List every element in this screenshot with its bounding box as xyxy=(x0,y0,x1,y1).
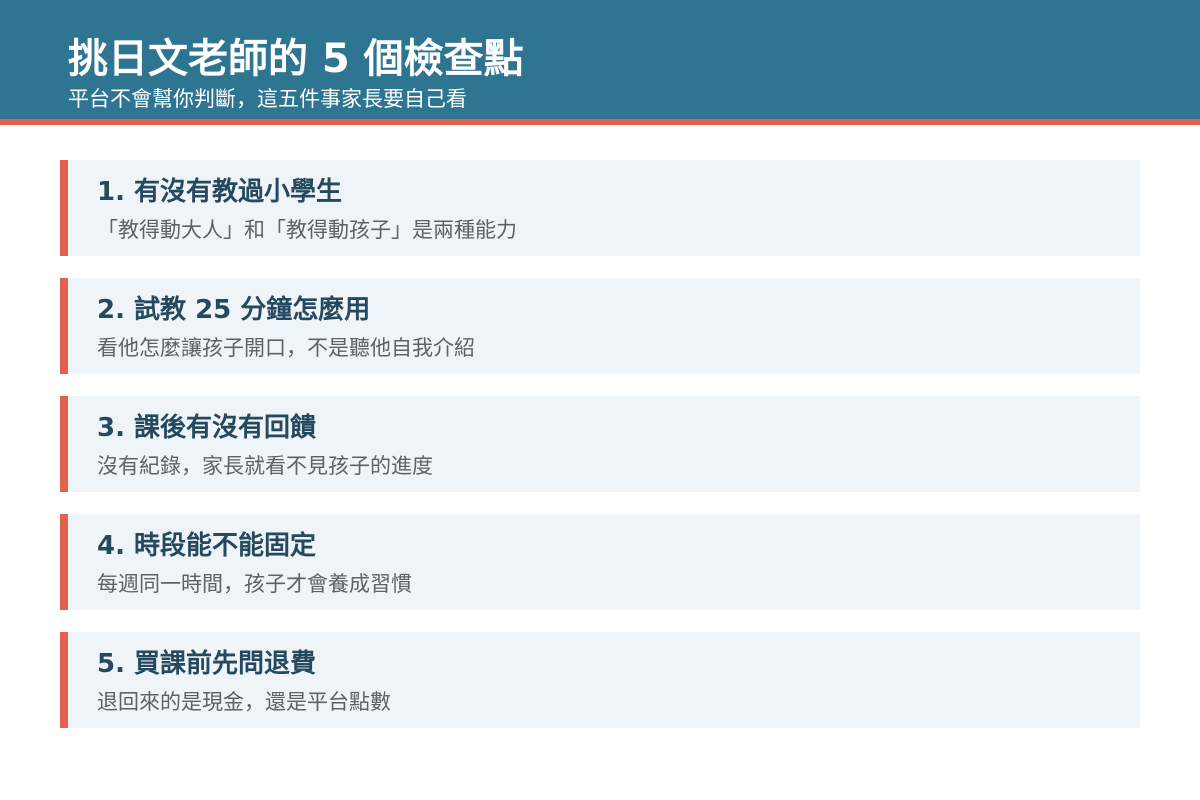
checkpoint-title: 2. 試教 25 分鐘怎麼用 xyxy=(97,295,371,325)
checkpoint-card-4: 4. 時段能不能固定 每週同一時間，孩子才會養成習慣 xyxy=(60,514,1140,610)
checkpoint-title: 1. 有沒有教過小學生 xyxy=(97,177,343,207)
page-header: 挑日文老師的 5 個檢查點 平台不會幫你判斷，這五件事家長要自己看 xyxy=(0,0,1200,119)
checkpoint-list: 1. 有沒有教過小學生 「教得動大人」和「教得動孩子」是兩種能力 2. 試教 2… xyxy=(60,160,1140,750)
checkpoint-card-2: 2. 試教 25 分鐘怎麼用 看他怎麼讓孩子開口，不是聽他自我介紹 xyxy=(60,278,1140,374)
header-accent-bar xyxy=(0,119,1200,125)
checkpoint-card-5: 5. 買課前先問退費 退回來的是現金，還是平台點數 xyxy=(60,632,1140,728)
page-subtitle: 平台不會幫你判斷，這五件事家長要自己看 xyxy=(68,87,467,111)
checkpoint-description: 退回來的是現金，還是平台點數 xyxy=(97,690,391,714)
checkpoint-card-3: 3. 課後有沒有回饋 沒有紀錄，家長就看不見孩子的進度 xyxy=(60,396,1140,492)
checkpoint-title: 5. 買課前先問退費 xyxy=(97,649,317,679)
checkpoint-description: 沒有紀錄，家長就看不見孩子的進度 xyxy=(97,454,433,478)
checkpoint-description: 「教得動大人」和「教得動孩子」是兩種能力 xyxy=(97,218,517,242)
checkpoint-title: 4. 時段能不能固定 xyxy=(97,531,317,561)
checkpoint-title: 3. 課後有沒有回饋 xyxy=(97,413,317,443)
checkpoint-card-1: 1. 有沒有教過小學生 「教得動大人」和「教得動孩子」是兩種能力 xyxy=(60,160,1140,256)
checkpoint-description: 每週同一時間，孩子才會養成習慣 xyxy=(97,572,412,596)
checkpoint-description: 看他怎麼讓孩子開口，不是聽他自我介紹 xyxy=(97,336,475,360)
page-title: 挑日文老師的 5 個檢查點 xyxy=(68,36,524,82)
